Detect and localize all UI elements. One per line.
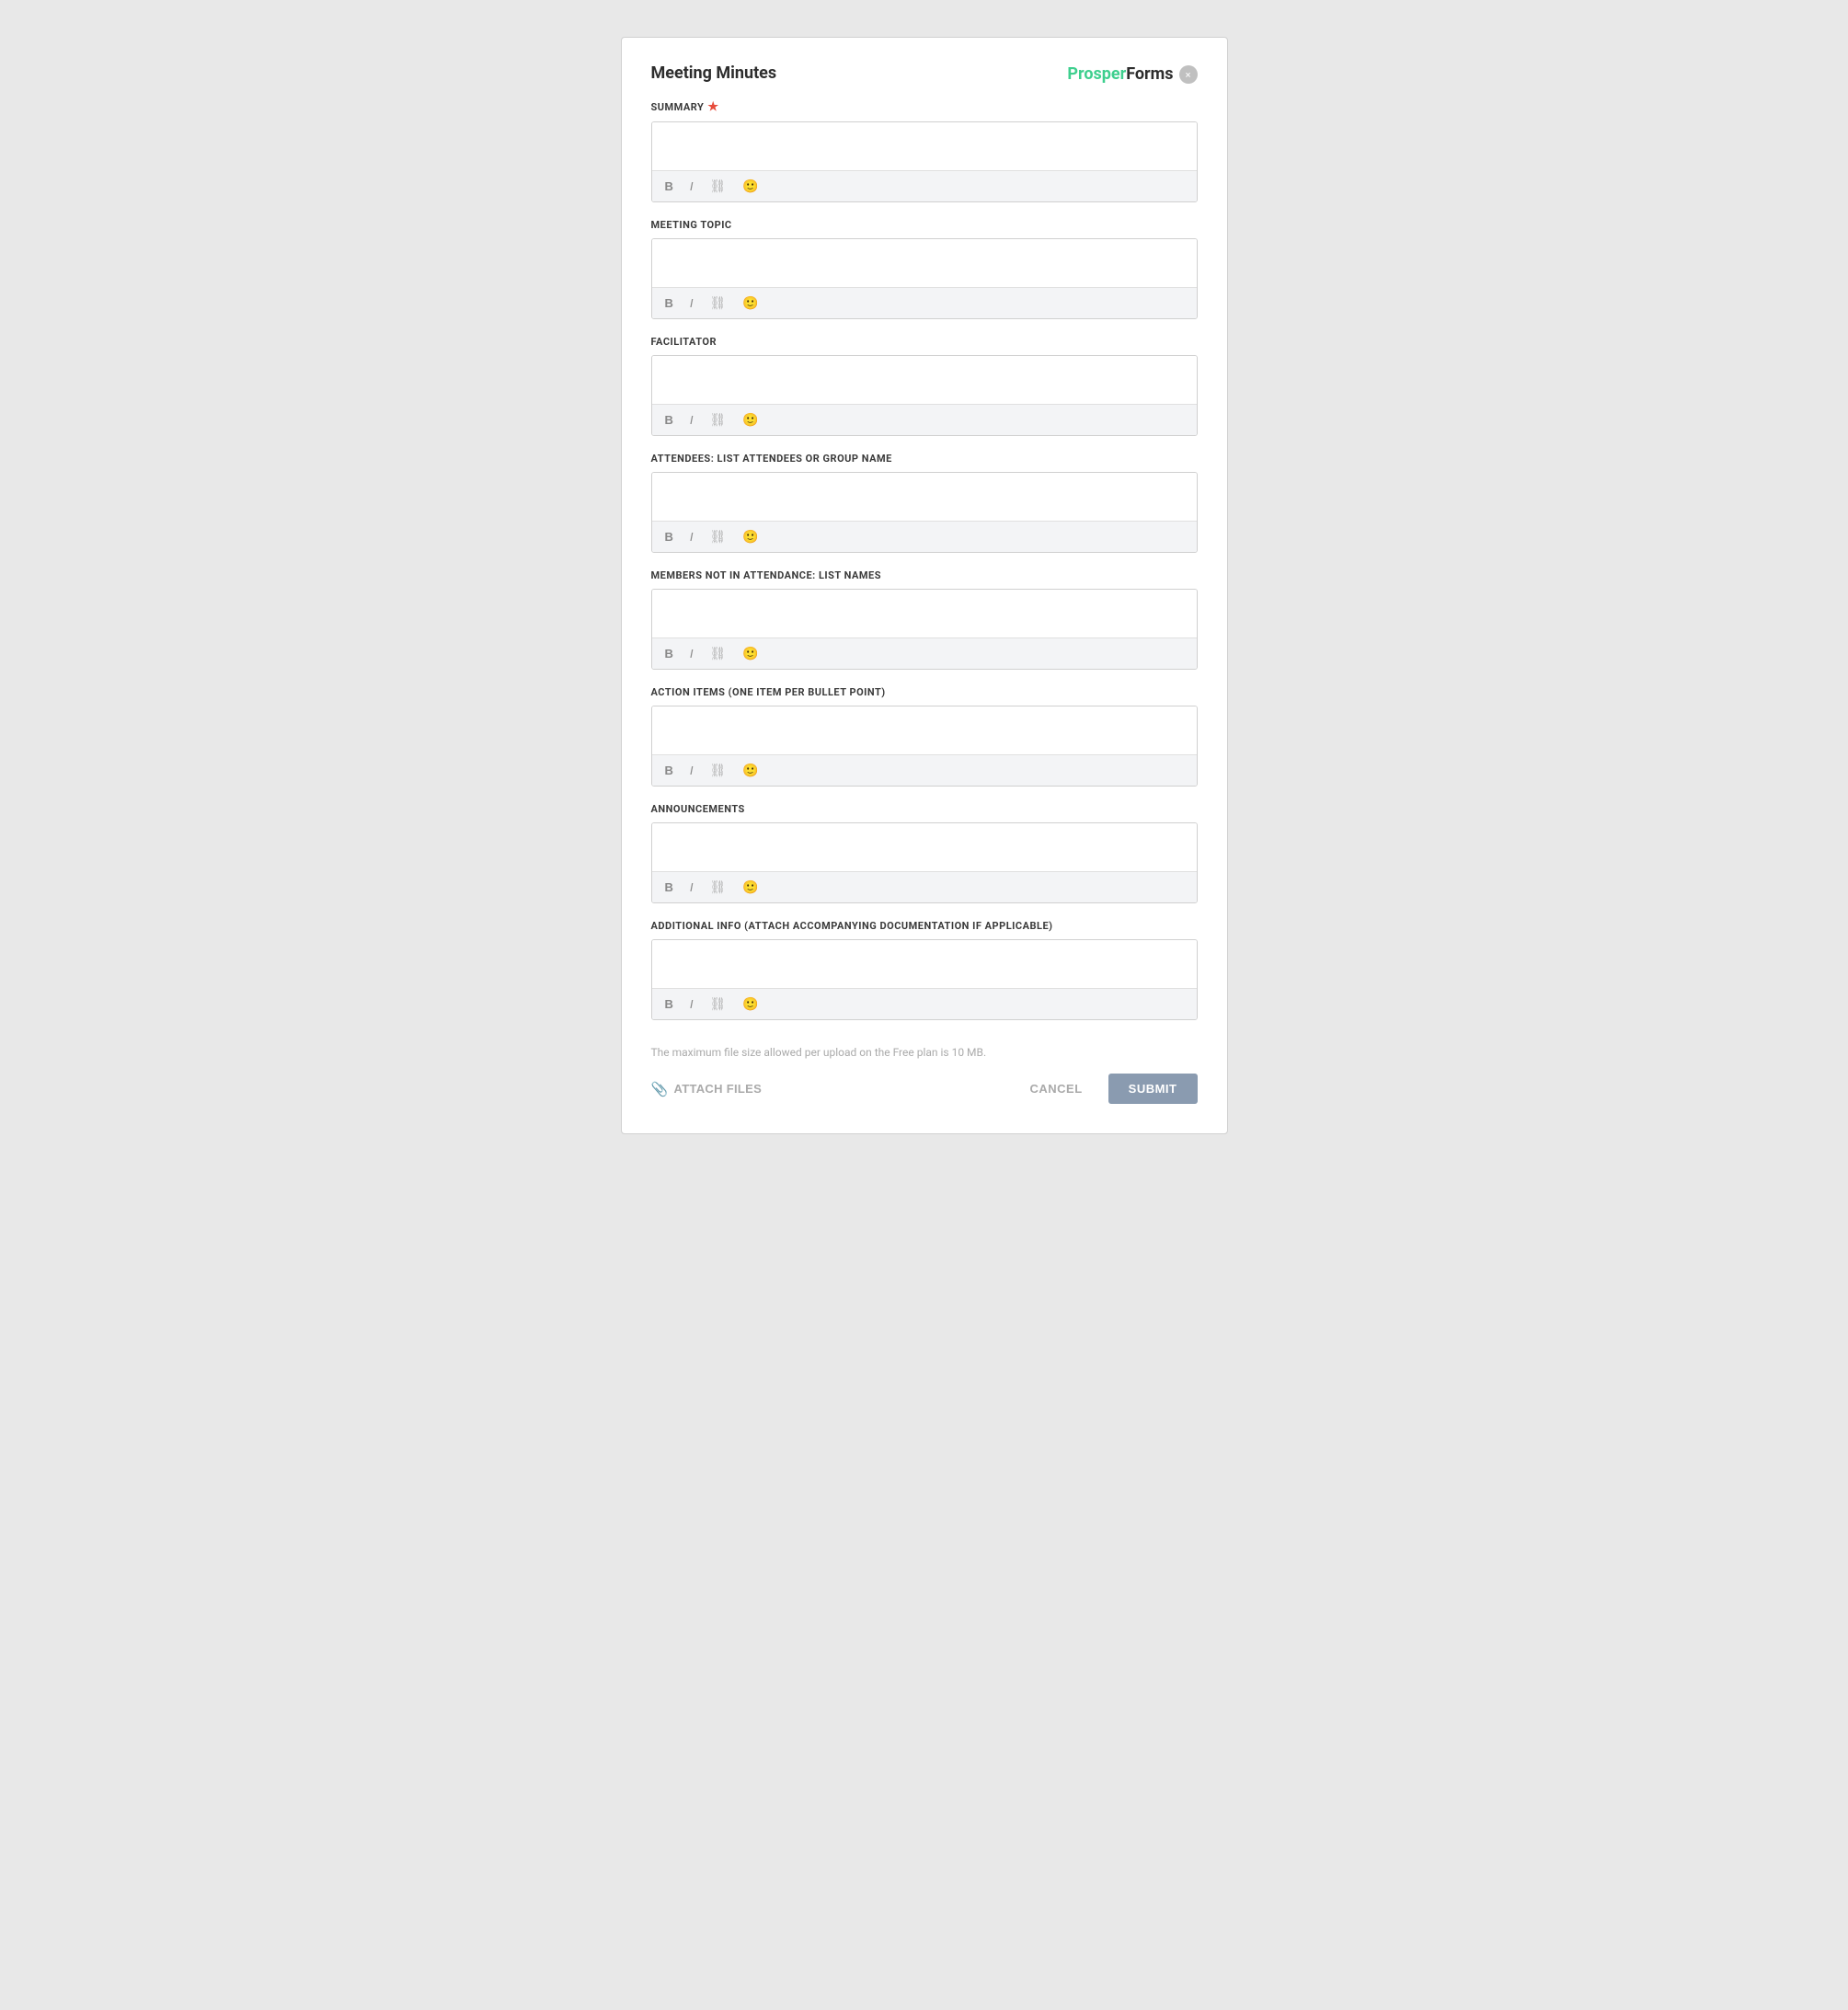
form-footer: The maximum file size allowed per upload…: [651, 1046, 1198, 1104]
emoji-button-announcements[interactable]: 🙂: [739, 878, 762, 897]
emoji-button-additional-info[interactable]: 🙂: [739, 994, 762, 1014]
editor-members-not-in-attendance: B I ⛓ 🙂: [651, 589, 1198, 670]
emoji-button-action-items[interactable]: 🙂: [739, 761, 762, 780]
logo-prosper: Prosper: [1067, 64, 1126, 84]
close-button[interactable]: ×: [1179, 65, 1198, 84]
toolbar-announcements: B I ⛓ 🙂: [652, 871, 1197, 902]
bold-button-facilitator[interactable]: B: [661, 411, 677, 429]
link-button-facilitator[interactable]: ⛓: [706, 410, 730, 430]
label-attendees: ATTENDEES: LIST ATTENDEES OR GROUP NAME: [651, 453, 1198, 465]
toolbar-members-not-in-attendance: B I ⛓ 🙂: [652, 637, 1197, 669]
link-button-action-items[interactable]: ⛓: [706, 761, 730, 780]
italic-button-additional-info[interactable]: I: [686, 995, 697, 1013]
bold-button-announcements[interactable]: B: [661, 879, 677, 896]
form-container: Meeting Minutes Prosper Forms × SUMMARY …: [621, 37, 1228, 1134]
announcements-input[interactable]: [652, 823, 1197, 871]
label-summary: SUMMARY ★: [651, 100, 1198, 114]
field-action-items: ACTION ITEMS (ONE ITEM PER BULLET POINT)…: [651, 686, 1198, 787]
editor-summary: B I ⛓ 🙂: [651, 121, 1198, 202]
field-announcements: ANNOUNCEMENTS B I ⛓ 🙂: [651, 803, 1198, 903]
attach-files-label: ATTACH FILES: [673, 1082, 762, 1096]
facilitator-input[interactable]: [652, 356, 1197, 404]
summary-input[interactable]: [652, 122, 1197, 170]
link-button-meeting-topic[interactable]: ⛓: [706, 293, 730, 313]
editor-attendees: B I ⛓ 🙂: [651, 472, 1198, 553]
editor-facilitator: B I ⛓ 🙂: [651, 355, 1198, 436]
bold-button-action-items[interactable]: B: [661, 762, 677, 779]
form-header: Meeting Minutes Prosper Forms ×: [651, 63, 1198, 84]
footer-actions: 📎 ATTACH FILES CANCEL SUBMIT: [651, 1074, 1198, 1104]
toolbar-attendees: B I ⛓ 🙂: [652, 521, 1197, 552]
label-action-items: ACTION ITEMS (ONE ITEM PER BULLET POINT): [651, 686, 1198, 698]
logo-forms: Forms: [1126, 64, 1173, 84]
additional-info-input[interactable]: [652, 940, 1197, 988]
emoji-button-summary[interactable]: 🙂: [739, 177, 762, 196]
italic-button-members[interactable]: I: [686, 645, 697, 662]
italic-button-summary[interactable]: I: [686, 178, 697, 195]
field-members-not-in-attendance: MEMBERS NOT IN ATTENDANCE: LIST NAMES B …: [651, 569, 1198, 670]
members-not-in-attendance-input[interactable]: [652, 590, 1197, 637]
submit-button[interactable]: SUBMIT: [1108, 1074, 1198, 1104]
form-title: Meeting Minutes: [651, 63, 777, 84]
toolbar-meeting-topic: B I ⛓ 🙂: [652, 287, 1197, 318]
emoji-button-facilitator[interactable]: 🙂: [739, 410, 762, 430]
toolbar-summary: B I ⛓ 🙂: [652, 170, 1197, 201]
field-facilitator: FACILITATOR B I ⛓ 🙂: [651, 336, 1198, 436]
toolbar-action-items: B I ⛓ 🙂: [652, 754, 1197, 786]
footer-right-buttons: CANCEL SUBMIT: [1015, 1074, 1197, 1104]
emoji-button-attendees[interactable]: 🙂: [739, 527, 762, 546]
field-meeting-topic: MEETING TOPIC B I ⛓ 🙂: [651, 219, 1198, 319]
italic-button-action-items[interactable]: I: [686, 762, 697, 779]
italic-button-facilitator[interactable]: I: [686, 411, 697, 429]
field-summary: SUMMARY ★ B I ⛓ 🙂: [651, 100, 1198, 202]
bold-button-summary[interactable]: B: [661, 178, 677, 195]
toolbar-facilitator: B I ⛓ 🙂: [652, 404, 1197, 435]
editor-announcements: B I ⛓ 🙂: [651, 822, 1198, 903]
label-facilitator: FACILITATOR: [651, 336, 1198, 348]
bold-button-members[interactable]: B: [661, 645, 677, 662]
label-meeting-topic: MEETING TOPIC: [651, 219, 1198, 231]
action-items-input[interactable]: [652, 706, 1197, 754]
bold-button-attendees[interactable]: B: [661, 528, 677, 546]
editor-additional-info: B I ⛓ 🙂: [651, 939, 1198, 1020]
required-indicator: ★: [707, 100, 718, 114]
emoji-button-members[interactable]: 🙂: [739, 644, 762, 663]
logo-container: Prosper Forms ×: [1067, 63, 1197, 84]
italic-button-meeting-topic[interactable]: I: [686, 294, 697, 312]
attach-files-button[interactable]: 📎 ATTACH FILES: [651, 1081, 763, 1097]
label-additional-info: ADDITIONAL INFO (ATTACH ACCOMPANYING DOC…: [651, 920, 1198, 932]
italic-button-attendees[interactable]: I: [686, 528, 697, 546]
paperclip-icon: 📎: [651, 1081, 669, 1097]
italic-button-announcements[interactable]: I: [686, 879, 697, 896]
link-button-additional-info[interactable]: ⛓: [706, 994, 730, 1014]
bold-button-additional-info[interactable]: B: [661, 995, 677, 1013]
form-title-block: Meeting Minutes: [651, 63, 777, 84]
cancel-button[interactable]: CANCEL: [1015, 1074, 1096, 1103]
editor-action-items: B I ⛓ 🙂: [651, 706, 1198, 787]
link-button-attendees[interactable]: ⛓: [706, 527, 730, 546]
field-attendees: ATTENDEES: LIST ATTENDEES OR GROUP NAME …: [651, 453, 1198, 553]
attendees-input[interactable]: [652, 473, 1197, 521]
meeting-topic-input[interactable]: [652, 239, 1197, 287]
link-button-summary[interactable]: ⛓: [706, 177, 730, 196]
bold-button-meeting-topic[interactable]: B: [661, 294, 677, 312]
link-button-members[interactable]: ⛓: [706, 644, 730, 663]
field-additional-info: ADDITIONAL INFO (ATTACH ACCOMPANYING DOC…: [651, 920, 1198, 1020]
label-members-not-in-attendance: MEMBERS NOT IN ATTENDANCE: LIST NAMES: [651, 569, 1198, 581]
file-size-note: The maximum file size allowed per upload…: [651, 1046, 1198, 1059]
label-announcements: ANNOUNCEMENTS: [651, 803, 1198, 815]
link-button-announcements[interactable]: ⛓: [706, 878, 730, 897]
editor-meeting-topic: B I ⛓ 🙂: [651, 238, 1198, 319]
toolbar-additional-info: B I ⛓ 🙂: [652, 988, 1197, 1019]
emoji-button-meeting-topic[interactable]: 🙂: [739, 293, 762, 313]
